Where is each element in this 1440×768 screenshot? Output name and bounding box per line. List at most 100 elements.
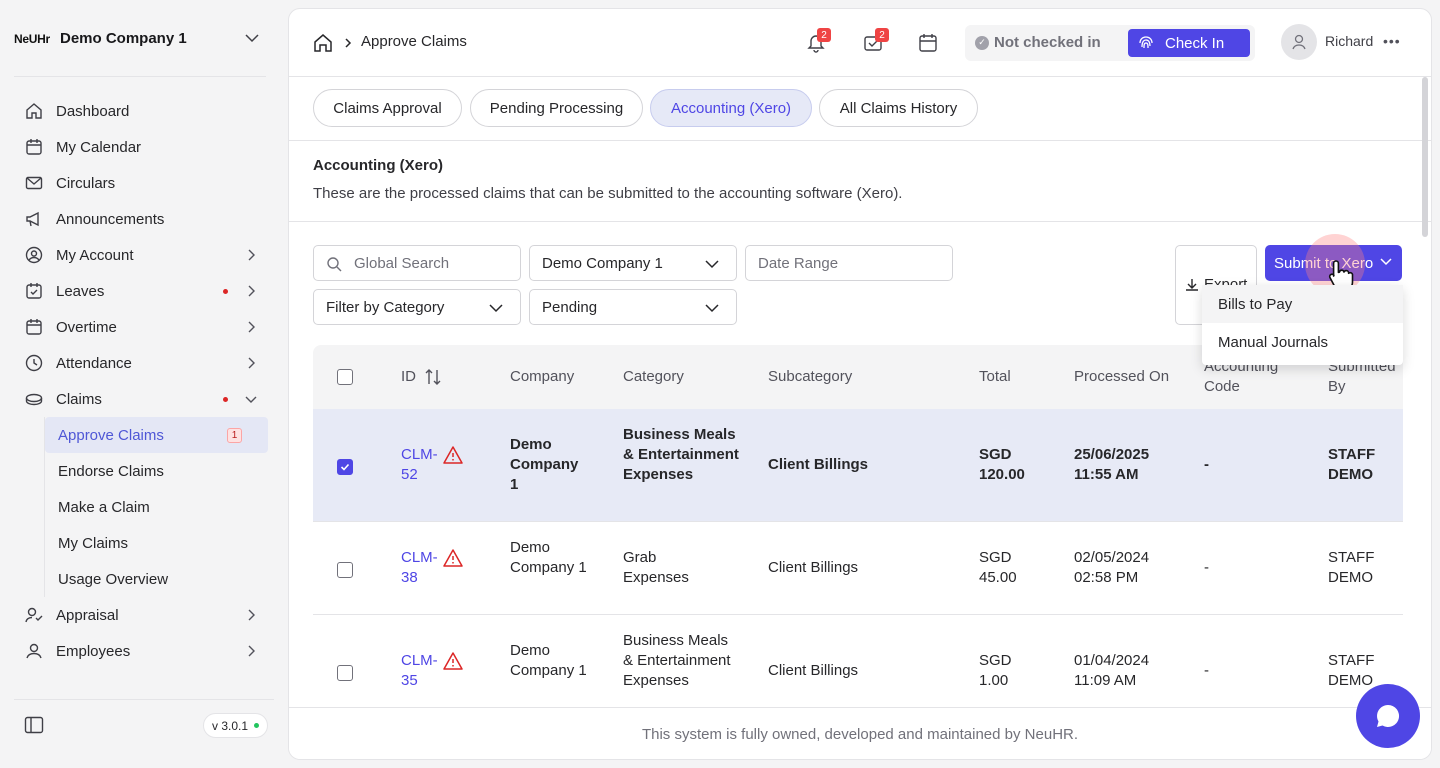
sidebar-item-label: Appraisal bbox=[56, 606, 119, 624]
column-header-label: ID bbox=[401, 368, 416, 385]
column-header-label: Company bbox=[510, 368, 575, 385]
category-select[interactable]: Filter by Category bbox=[313, 289, 521, 325]
warning-icon bbox=[443, 446, 463, 464]
claim-id-link[interactable]: CLM-35 bbox=[401, 651, 441, 691]
cell-submitted-by: STAFF DEMO bbox=[1328, 446, 1376, 483]
select-all-checkbox[interactable] bbox=[337, 369, 353, 385]
cell-total: SGD 120.00 bbox=[979, 446, 1025, 483]
sidebar-item-label: Attendance bbox=[56, 354, 132, 372]
sidebar-collapse-icon[interactable] bbox=[24, 716, 44, 734]
column-header-label: Category bbox=[623, 368, 684, 385]
tab-claims-approval[interactable]: Claims Approval bbox=[313, 89, 462, 127]
sidebar-item-announcements[interactable]: Announcements bbox=[14, 201, 268, 237]
chevron-down-icon bbox=[705, 260, 719, 269]
chevron-right-icon bbox=[248, 321, 255, 333]
column-header-id[interactable]: ID bbox=[401, 345, 442, 409]
table-row[interactable]: CLM-52 Demo Company 1 Business Meals & E… bbox=[313, 409, 1403, 522]
sidebar-item-label: Usage Overview bbox=[58, 570, 169, 588]
date-range-input[interactable]: Date Range bbox=[745, 245, 953, 281]
calendar-clock-icon bbox=[24, 317, 44, 337]
sidebar-item-attendance[interactable]: Attendance bbox=[14, 345, 268, 381]
calendar-icon bbox=[919, 34, 937, 52]
chevron-down-icon bbox=[1380, 258, 1392, 266]
claim-id-link[interactable]: CLM-38 bbox=[401, 548, 441, 588]
chevron-down-icon bbox=[489, 304, 503, 313]
chat-icon bbox=[1377, 704, 1400, 727]
download-icon bbox=[1186, 279, 1198, 291]
sidebar-item-label: My Account bbox=[56, 246, 134, 264]
company-select[interactable]: Demo Company 1 bbox=[529, 245, 737, 281]
calendar-check-icon bbox=[24, 281, 44, 301]
search-placeholder: Global Search bbox=[354, 254, 450, 272]
cell-processed-on: 02/05/2024 02:58 PM bbox=[1074, 549, 1150, 586]
user-name[interactable]: Richard bbox=[1325, 33, 1373, 49]
tab-pending-processing[interactable]: Pending Processing bbox=[470, 89, 643, 127]
sidebar-item-employees[interactable]: Employees bbox=[14, 633, 268, 669]
sidebar-item-calendar[interactable]: My Calendar bbox=[14, 129, 268, 165]
chevron-right-icon bbox=[248, 609, 255, 621]
home-icon[interactable] bbox=[313, 33, 333, 53]
section-description: These are the processed claims that can … bbox=[313, 185, 903, 202]
menu-item-manual-journals[interactable]: Manual Journals bbox=[1202, 323, 1403, 361]
cell-processed-on: 01/04/2024 11:09 AM bbox=[1074, 652, 1150, 689]
chat-button[interactable] bbox=[1356, 684, 1420, 748]
notifications-button[interactable]: 2 bbox=[807, 28, 831, 57]
user-circle-icon bbox=[24, 245, 44, 265]
more-horizontal-icon[interactable]: ••• bbox=[1383, 33, 1401, 49]
sidebar-item-appraisal[interactable]: Appraisal bbox=[14, 597, 268, 633]
sidebar-item-circulars[interactable]: Circulars bbox=[14, 165, 268, 201]
category-select-value: Filter by Category bbox=[326, 298, 445, 316]
search-icon bbox=[327, 257, 342, 272]
tasks-button[interactable]: 2 bbox=[863, 28, 889, 57]
company-switcher[interactable]: NeUHr Demo Company 1 bbox=[0, 0, 288, 77]
sidebar-item-dashboard[interactable]: Dashboard bbox=[14, 93, 268, 129]
tab-accounting-xero[interactable]: Accounting (Xero) bbox=[650, 89, 812, 127]
row-checkbox[interactable] bbox=[337, 562, 353, 578]
coins-icon bbox=[24, 389, 44, 409]
brand-logo: NeUHr bbox=[14, 31, 50, 46]
row-checkbox[interactable] bbox=[337, 459, 353, 475]
column-header-subcategory: Subcategory bbox=[768, 345, 852, 409]
sidebar-item-label: My Claims bbox=[58, 534, 128, 552]
sidebar-item-make-claim[interactable]: Make a Claim bbox=[45, 489, 268, 525]
sidebar-item-overtime[interactable]: Overtime bbox=[14, 309, 268, 345]
notification-dot bbox=[223, 289, 228, 294]
sidebar-item-my-account[interactable]: My Account bbox=[14, 237, 268, 273]
table-row[interactable]: CLM-38 Demo Company 1 Grab Expenses Clie… bbox=[313, 522, 1403, 615]
status-select[interactable]: Pending bbox=[529, 289, 737, 325]
user-icon bbox=[24, 641, 44, 661]
sidebar-item-endorse-claims[interactable]: Endorse Claims bbox=[45, 453, 268, 489]
sort-icon[interactable] bbox=[424, 368, 442, 386]
sidebar-item-usage-overview[interactable]: Usage Overview bbox=[45, 561, 268, 597]
check-circle-icon: ✓ bbox=[975, 35, 989, 50]
sidebar-item-approve-claims[interactable]: Approve Claims 1 bbox=[45, 417, 268, 453]
status-select-value: Pending bbox=[542, 298, 598, 316]
cell-company: Demo Company 1 bbox=[510, 539, 587, 576]
avatar[interactable] bbox=[1281, 24, 1317, 60]
claims-subnav: Approve Claims 1 Endorse Claims Make a C… bbox=[44, 417, 268, 597]
warning-icon bbox=[443, 549, 463, 567]
chevron-right-icon bbox=[248, 645, 255, 657]
notification-dot bbox=[223, 397, 228, 402]
tab-label: Accounting (Xero) bbox=[670, 99, 792, 117]
search-input[interactable]: Global Search bbox=[313, 245, 521, 281]
sidebar-item-claims[interactable]: Claims bbox=[14, 381, 268, 417]
calendar-button[interactable] bbox=[918, 33, 938, 57]
tab-label: Pending Processing bbox=[489, 99, 624, 117]
check-in-button[interactable]: Check In bbox=[1128, 29, 1250, 57]
notification-count: 2 bbox=[817, 28, 831, 42]
calendar-icon bbox=[24, 137, 44, 157]
status-dot bbox=[254, 723, 260, 728]
sidebar-item-label: Claims bbox=[56, 390, 102, 408]
column-header-label: Total bbox=[979, 368, 1011, 385]
cell-company: Demo Company 1 bbox=[510, 642, 587, 679]
cell-company: Demo Company 1 bbox=[510, 436, 579, 493]
chevron-down-icon bbox=[705, 304, 719, 313]
tab-all-claims-history[interactable]: All Claims History bbox=[819, 89, 978, 127]
menu-item-bills-to-pay[interactable]: Bills to Pay bbox=[1202, 285, 1403, 323]
scrollbar[interactable] bbox=[1422, 77, 1428, 237]
row-checkbox[interactable] bbox=[337, 665, 353, 681]
sidebar-item-leaves[interactable]: Leaves bbox=[14, 273, 268, 309]
claim-id-link[interactable]: CLM-52 bbox=[401, 445, 441, 485]
sidebar-item-my-claims[interactable]: My Claims bbox=[45, 525, 268, 561]
